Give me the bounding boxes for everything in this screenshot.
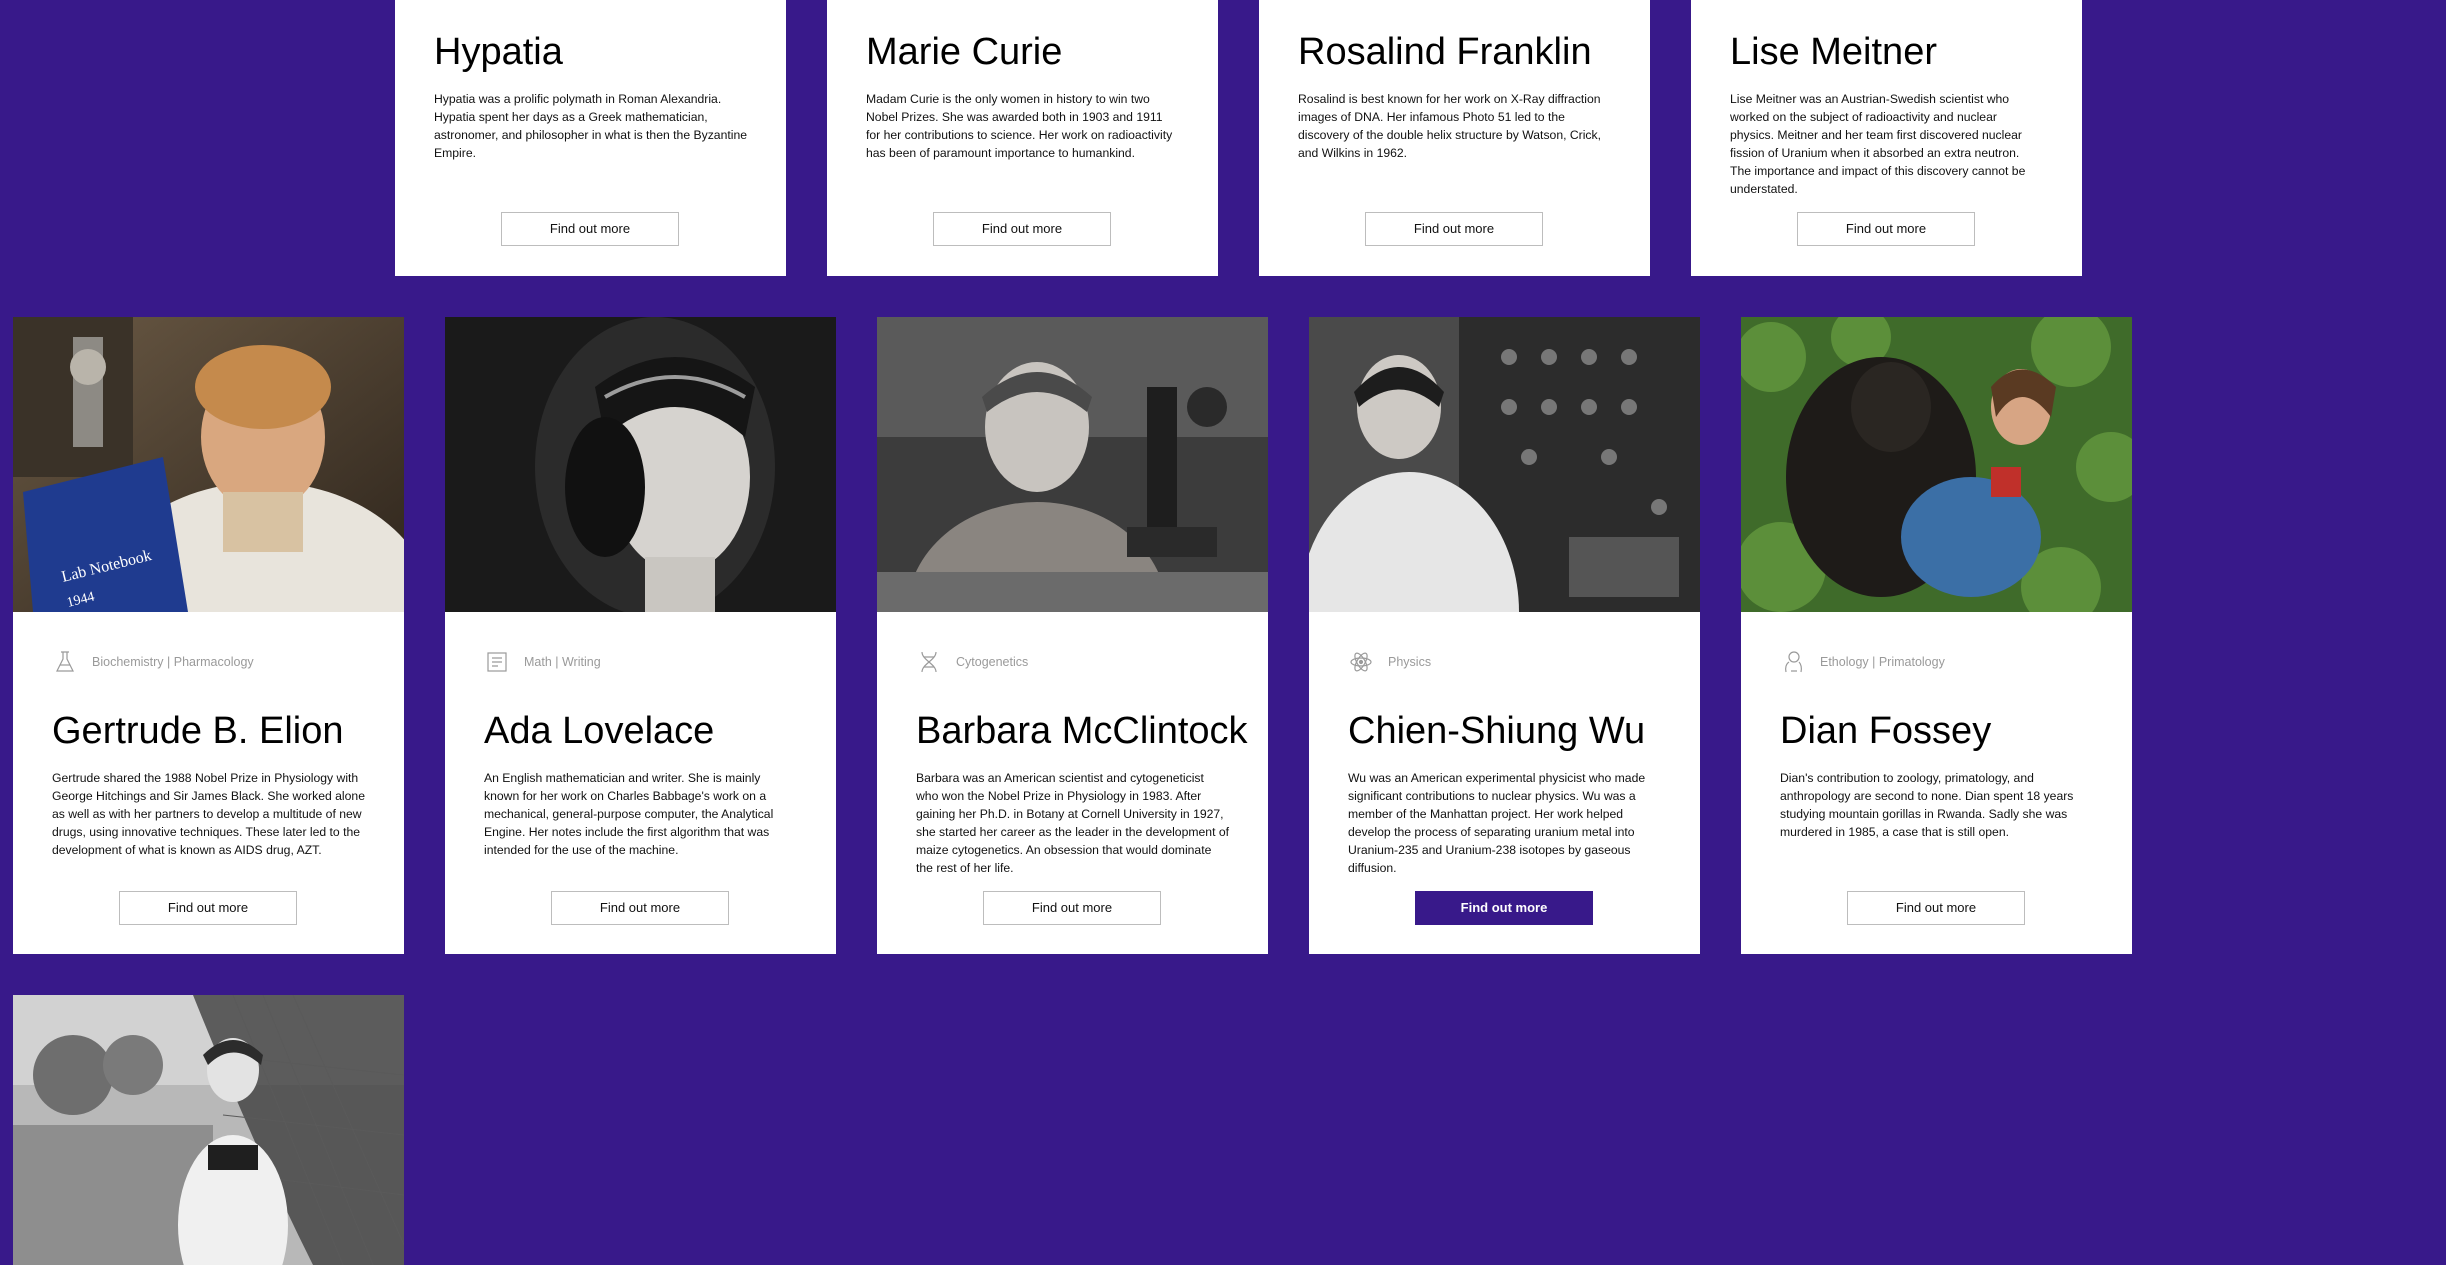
dna-icon bbox=[916, 649, 942, 675]
scientist-name: Lise Meitner bbox=[1730, 31, 1937, 73]
scientist-description: Rosalind is best known for her work on X… bbox=[1298, 92, 1602, 160]
scientist-name: Gertrude B. Elion bbox=[52, 710, 344, 752]
scientist-description: Hypatia was a prolific polymath in Roman… bbox=[434, 92, 748, 160]
scientist-photo bbox=[1741, 317, 2132, 612]
find-out-more-button[interactable]: Find out more bbox=[1365, 212, 1543, 246]
card-rosalind-franklin: Rosalind Franklin Rosalind is best known… bbox=[1259, 0, 1650, 276]
card-body: Rosalind Franklin Rosalind is best known… bbox=[1298, 30, 1611, 162]
field-tag: Cytogenetics bbox=[916, 649, 1028, 675]
card-dian-fossey: Ethology | Primatology Dian Fossey Dian'… bbox=[1741, 317, 2132, 954]
card-body: Ada Lovelace An English mathematician an… bbox=[484, 709, 797, 859]
card-body: Chien-Shiung Wu Wu was an American exper… bbox=[1348, 709, 1661, 877]
scientist-name: Barbara McClintock bbox=[916, 710, 1248, 752]
field-tag: Physics bbox=[1348, 649, 1431, 675]
gorilla-icon bbox=[1780, 649, 1806, 675]
card-partial bbox=[13, 995, 404, 1265]
scientist-photo bbox=[1309, 317, 1700, 612]
scientist-description: Lise Meitner was an Austrian-Swedish sci… bbox=[1730, 92, 2026, 196]
scientist-photo bbox=[445, 317, 836, 612]
find-out-more-button[interactable]: Find out more bbox=[1797, 212, 1975, 246]
field-label: Cytogenetics bbox=[956, 655, 1029, 669]
scientist-name: Hypatia bbox=[434, 31, 563, 73]
find-out-more-button[interactable]: Find out more bbox=[501, 212, 679, 246]
scientist-photo: Lab Notebook 1944 bbox=[13, 317, 404, 612]
book-icon bbox=[484, 649, 510, 675]
find-out-more-button[interactable]: Find out more bbox=[551, 891, 729, 925]
scientist-description: Gertrude shared the 1988 Nobel Prize in … bbox=[52, 771, 365, 857]
card-body: Dian Fossey Dian's contribution to zoolo… bbox=[1780, 709, 2093, 841]
find-out-more-button[interactable]: Find out more bbox=[1415, 891, 1593, 925]
card-barbara-mcclintock: Cytogenetics Barbara McClintock Barbara … bbox=[877, 317, 1268, 954]
scientist-name: Rosalind Franklin bbox=[1298, 31, 1592, 73]
card-gertrude-elion: Lab Notebook 1944 Biochemistry | Pharmac… bbox=[13, 317, 404, 954]
find-out-more-button[interactable]: Find out more bbox=[1847, 891, 2025, 925]
field-tag: Biochemistry | Pharmacology bbox=[52, 649, 254, 675]
find-out-more-button[interactable]: Find out more bbox=[983, 891, 1161, 925]
scientist-photo bbox=[877, 317, 1268, 612]
scientist-description: Wu was an American experimental physicis… bbox=[1348, 771, 1646, 875]
find-out-more-button[interactable]: Find out more bbox=[933, 212, 1111, 246]
scientist-name: Chien-Shiung Wu bbox=[1348, 710, 1646, 752]
flask-icon bbox=[52, 649, 78, 675]
card-marie-curie: Marie Curie Madam Curie is the only wome… bbox=[827, 0, 1218, 276]
card-lise-meitner: Lise Meitner Lise Meitner was an Austria… bbox=[1691, 0, 2082, 276]
field-tag: Math | Writing bbox=[484, 649, 601, 675]
scientist-name: Ada Lovelace bbox=[484, 710, 715, 752]
scientist-description: Barbara was an American scientist and cy… bbox=[916, 771, 1230, 875]
find-out-more-button[interactable]: Find out more bbox=[119, 891, 297, 925]
field-label: Biochemistry | Pharmacology bbox=[92, 655, 254, 669]
card-body: Barbara McClintock Barbara was an Americ… bbox=[916, 709, 1248, 877]
scientist-description: An English mathematician and writer. She… bbox=[484, 771, 774, 857]
scientist-description: Madam Curie is the only women in history… bbox=[866, 92, 1173, 160]
card-body: Hypatia Hypatia was a prolific polymath … bbox=[434, 30, 747, 162]
atom-icon bbox=[1348, 649, 1374, 675]
field-label: Ethology | Primatology bbox=[1820, 655, 1945, 669]
card-ada-lovelace: Math | Writing Ada Lovelace An English m… bbox=[445, 317, 836, 954]
scientist-name: Dian Fossey bbox=[1780, 710, 1992, 752]
card-body: Marie Curie Madam Curie is the only wome… bbox=[866, 30, 1179, 162]
card-hypatia: Hypatia Hypatia was a prolific polymath … bbox=[395, 0, 786, 276]
scientist-description: Dian's contribution to zoology, primatol… bbox=[1780, 771, 2074, 839]
card-body: Gertrude B. Elion Gertrude shared the 19… bbox=[52, 709, 365, 859]
field-label: Math | Writing bbox=[524, 655, 601, 669]
scientist-name: Marie Curie bbox=[866, 31, 1063, 73]
field-label: Physics bbox=[1388, 655, 1432, 669]
field-tag: Ethology | Primatology bbox=[1780, 649, 1945, 675]
card-chien-shiung-wu: Physics Chien-Shiung Wu Wu was an Americ… bbox=[1309, 317, 1700, 954]
card-body: Lise Meitner Lise Meitner was an Austria… bbox=[1730, 30, 2043, 198]
scientist-photo bbox=[13, 995, 404, 1265]
